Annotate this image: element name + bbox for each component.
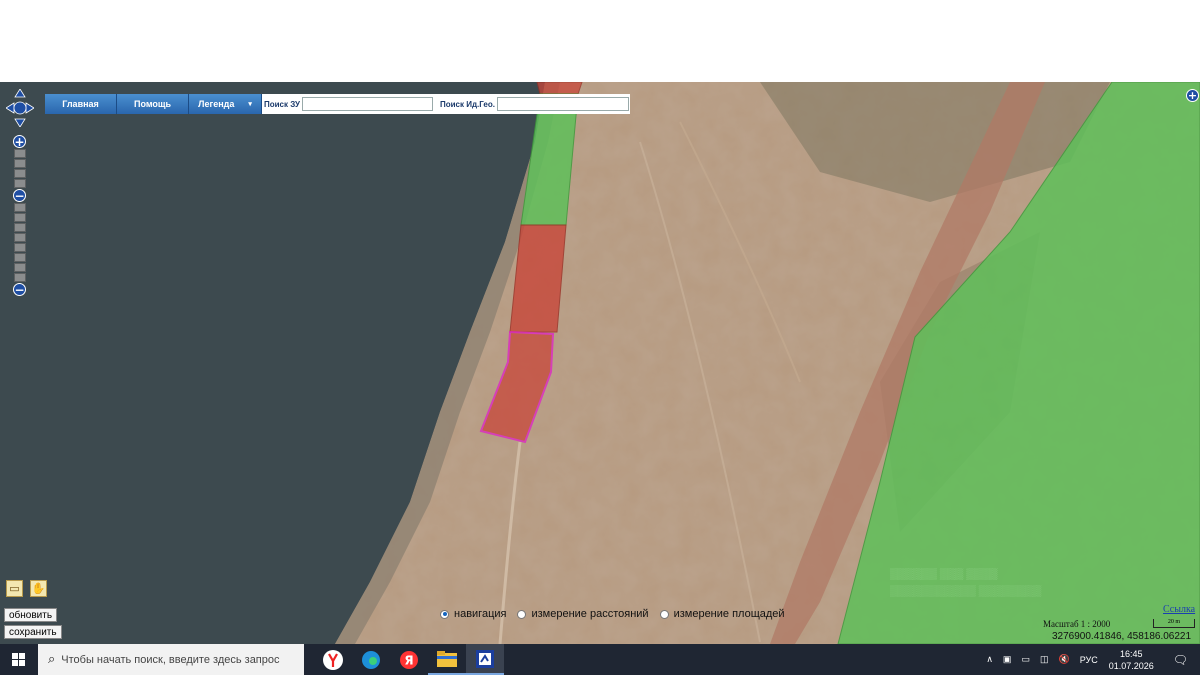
clock[interactable]: 16:45 01.07.2026: [1109, 648, 1154, 672]
help-button[interactable]: Помощь: [117, 94, 189, 114]
taskbar-search-placeholder: Чтобы начать поиск, введите здесь запрос: [61, 653, 280, 666]
geo-search-input[interactable]: [496, 97, 629, 111]
svg-text:▒▒▒▒▒▒▒▒▒▒▒ ▒▒▒▒▒▒▒▒: ▒▒▒▒▒▒▒▒▒▒▒ ▒▒▒▒▒▒▒▒: [890, 584, 1041, 597]
radio-navigation[interactable]: [440, 609, 449, 619]
parcel-search-label: Поиск ЗУ: [264, 99, 300, 109]
hand-tool-icon[interactable]: ✋: [30, 580, 47, 597]
search-icon: ⌕: [48, 652, 56, 667]
map-viewport[interactable]: ▒▒▒▒▒▒ ▒▒▒ ▒▒▒▒ ▒▒▒▒▒▒▒▒▒▒▒ ▒▒▒▒▒▒▒▒: [0, 82, 1200, 644]
tray-monitor-icon[interactable]: ▭: [1021, 654, 1030, 665]
zoom-level-step[interactable]: [14, 179, 26, 188]
zoom-level-step[interactable]: [14, 169, 26, 178]
home-button[interactable]: Главная: [45, 94, 117, 114]
zoom-level-step[interactable]: [14, 263, 26, 272]
zoom-slider-icon[interactable]: −: [13, 189, 26, 202]
radio-measure-distance[interactable]: [517, 609, 527, 619]
geo-search: Поиск Ид.Гео.: [434, 94, 630, 114]
select-tool-icon[interactable]: ▭: [6, 580, 23, 597]
notification-icon[interactable]: 🗨: [1173, 653, 1188, 667]
zoom-level-step[interactable]: [14, 243, 26, 252]
app-icon[interactable]: [466, 644, 504, 675]
zoom-level-step[interactable]: [14, 233, 26, 242]
radio-measure-area[interactable]: [659, 609, 669, 619]
layer-switcher-icon[interactable]: +: [1186, 89, 1199, 102]
save-button[interactable]: сохранить: [4, 625, 62, 639]
edge-icon[interactable]: [352, 644, 390, 675]
mode-navigation-label: навигация: [454, 608, 507, 620]
windows-logo-icon[interactable]: [0, 644, 36, 675]
mode-measure-distance[interactable]: измерение расстояний: [517, 608, 649, 620]
zoom-level-step[interactable]: [14, 223, 26, 232]
main-toolbar: Главная Помощь Легенда ▾: [45, 94, 262, 114]
coordinates-readout: 3276900.41846, 458186.06221: [1052, 631, 1192, 642]
mode-measure-distance-label: измерение расстояний: [531, 608, 649, 620]
svg-text:Я: Я: [404, 653, 413, 667]
refresh-button[interactable]: обновить: [4, 608, 58, 622]
svg-text:▒▒▒▒▒▒ ▒▒▒ ▒▒▒▒: ▒▒▒▒▒▒ ▒▒▒ ▒▒▒▒: [890, 567, 998, 580]
satellite-map[interactable]: ▒▒▒▒▒▒ ▒▒▒ ▒▒▒▒ ▒▒▒▒▒▒▒▒▒▒▒ ▒▒▒▒▒▒▒▒: [0, 82, 1200, 644]
pan-control-icon[interactable]: [6, 89, 34, 127]
top-blank-area: [0, 0, 1200, 82]
geo-search-label: Поиск Ид.Гео.: [440, 99, 495, 109]
taskbar-search[interactable]: ⌕ Чтобы начать поиск, введите здесь запр…: [38, 644, 304, 675]
yandex-icon[interactable]: Я: [390, 644, 428, 675]
clock-date: 01.07.2026: [1108, 660, 1154, 671]
system-tray: ∧ ▣ ▭ ◫ 🔇 РУС 16:45 01.07.2026 🗨: [981, 644, 1200, 675]
scale-label: Масштаб 1 : 2000: [1043, 619, 1111, 629]
zoom-level-step[interactable]: [14, 253, 26, 262]
chevron-down-icon: ▾: [248, 101, 252, 108]
chevron-up-icon[interactable]: ∧: [986, 654, 993, 665]
zoom-level-step[interactable]: [14, 213, 26, 222]
map-mode-selector: навигация измерение расстояний измерение…: [440, 608, 796, 620]
legend-button[interactable]: Легенда ▾: [189, 94, 262, 114]
scale-bar: 20 m: [1153, 619, 1195, 628]
legend-label: Легенда: [198, 99, 235, 109]
tray-app-icon[interactable]: ▣: [1003, 654, 1012, 665]
zoom-level-step[interactable]: [14, 273, 26, 282]
zoom-out-icon[interactable]: −: [13, 283, 26, 296]
zoom-level-step[interactable]: [14, 149, 26, 158]
zoom-in-icon[interactable]: +: [13, 135, 26, 148]
zoom-bar: + − −: [13, 135, 27, 296]
language-indicator[interactable]: РУС: [1080, 655, 1098, 665]
volume-muted-icon[interactable]: 🔇: [1058, 654, 1069, 665]
parcel-search-input[interactable]: [301, 97, 433, 111]
clock-time: 16:45: [1119, 648, 1143, 659]
mode-measure-area[interactable]: измерение площадей: [659, 608, 785, 620]
permalink[interactable]: Ссылка: [1163, 604, 1195, 615]
mode-measure-area-label: измерение площадей: [673, 608, 785, 620]
zoom-level-step[interactable]: [14, 203, 26, 212]
zoom-level-step[interactable]: [14, 159, 26, 168]
yandex-browser-icon[interactable]: [314, 644, 352, 675]
parcel-search: Поиск ЗУ: [262, 94, 434, 114]
folder-icon[interactable]: [428, 644, 466, 675]
network-icon[interactable]: ◫: [1040, 654, 1049, 665]
mode-navigation[interactable]: навигация: [440, 608, 506, 620]
windows-taskbar: ⌕ Чтобы начать поиск, введите здесь запр…: [0, 644, 1200, 675]
